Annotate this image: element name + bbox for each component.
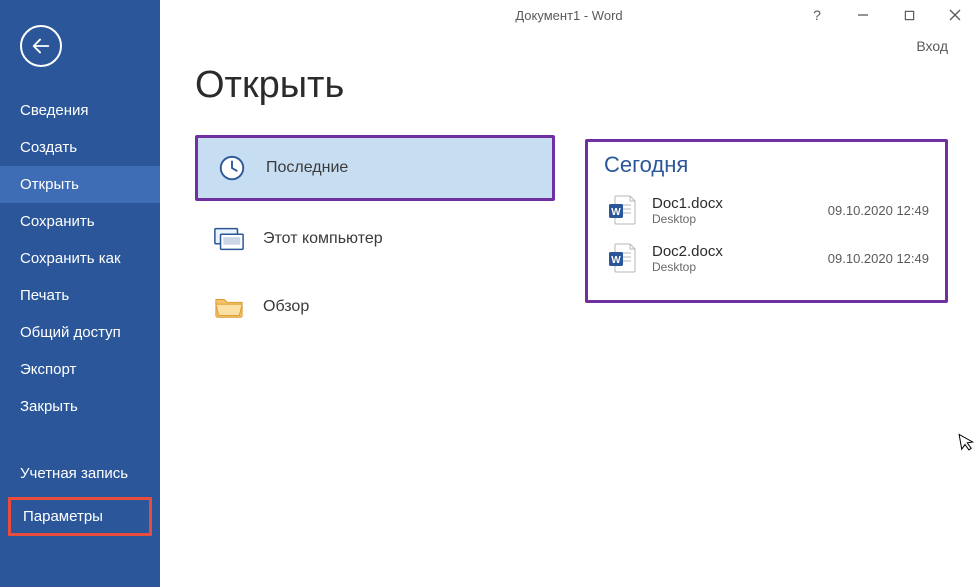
nav-item-account[interactable]: Учетная запись — [0, 455, 160, 492]
recent-files-panel: Сегодня W Doc1.docx Desktop 09.10.2020 1… — [585, 139, 948, 303]
svg-text:W: W — [611, 255, 621, 266]
nav-item-share[interactable]: Общий доступ — [0, 314, 160, 351]
nav-item-print[interactable]: Печать — [0, 277, 160, 314]
nav-item-save-as[interactable]: Сохранить как — [0, 240, 160, 277]
signin-link[interactable]: Вход — [916, 38, 948, 54]
maximize-icon — [904, 10, 915, 21]
back-button[interactable] — [20, 25, 62, 67]
nav-item-options[interactable]: Параметры — [8, 497, 152, 536]
file-row[interactable]: W Doc1.docx Desktop 09.10.2020 12:49 — [604, 186, 929, 234]
file-timestamp: 09.10.2020 12:49 — [828, 203, 929, 218]
source-recent-label: Последние — [266, 159, 348, 177]
file-row[interactable]: W Doc2.docx Desktop 09.10.2020 12:49 — [604, 234, 929, 282]
nav-item-close[interactable]: Закрыть — [0, 388, 160, 425]
maximize-button[interactable] — [886, 0, 932, 30]
close-button[interactable] — [932, 0, 978, 30]
word-doc-icon: W — [604, 240, 640, 276]
help-button[interactable]: ? — [794, 0, 840, 30]
computer-icon — [213, 223, 245, 255]
nav-item-export[interactable]: Экспорт — [0, 351, 160, 388]
clock-icon — [216, 152, 248, 184]
folder-icon — [213, 291, 245, 323]
nav-item-open[interactable]: Открыть — [0, 166, 160, 203]
main-area: Документ1 - Word ? Вход Открыть — [160, 0, 978, 587]
file-location: Desktop — [652, 212, 816, 226]
file-location: Desktop — [652, 260, 816, 274]
window-title: Документ1 - Word — [515, 8, 622, 23]
titlebar: Документ1 - Word ? — [160, 0, 978, 30]
nav-item-info[interactable]: Сведения — [0, 92, 160, 129]
source-this-pc[interactable]: Этот компьютер — [195, 209, 555, 269]
word-doc-icon: W — [604, 192, 640, 228]
minimize-icon — [857, 9, 869, 21]
source-browse[interactable]: Обзор — [195, 277, 555, 337]
source-browse-label: Обзор — [263, 298, 309, 316]
back-arrow-icon — [30, 35, 52, 57]
file-name: Doc1.docx — [652, 195, 816, 212]
file-name: Doc2.docx — [652, 243, 816, 260]
source-this-pc-label: Этот компьютер — [263, 230, 383, 248]
nav-item-new[interactable]: Создать — [0, 129, 160, 166]
nav-item-save[interactable]: Сохранить — [0, 203, 160, 240]
file-timestamp: 09.10.2020 12:49 — [828, 251, 929, 266]
minimize-button[interactable] — [840, 0, 886, 30]
source-recent[interactable]: Последние — [195, 135, 555, 201]
backstage-sidebar: Сведения Создать Открыть Сохранить Сохра… — [0, 0, 160, 587]
svg-text:W: W — [611, 207, 621, 218]
page-title: Открыть — [195, 64, 555, 107]
close-icon — [949, 9, 961, 21]
files-section-title: Сегодня — [604, 152, 929, 178]
